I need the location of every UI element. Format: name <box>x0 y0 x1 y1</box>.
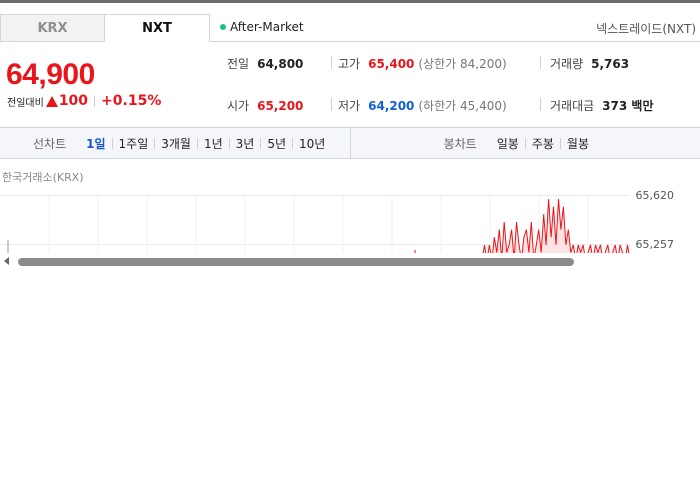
divider <box>331 56 332 69</box>
stat-value: 373 백만 <box>602 99 654 113</box>
stat-low: 저가 64,200 (하한가 45,400) <box>338 97 507 114</box>
market-tabs: KRX NXT <box>0 14 210 42</box>
line-chart-title: 선차트 <box>33 136 67 151</box>
change-label: 전일대비 <box>7 97 44 109</box>
tab-nxt[interactable]: NXT <box>105 14 210 42</box>
stat-prev-close: 전일 64,800 <box>227 55 303 72</box>
top-border <box>0 0 700 3</box>
change-percent: +0.15% <box>101 93 162 109</box>
candle-daily[interactable]: 일봉 <box>491 135 525 152</box>
change-amount: 100 <box>58 93 89 109</box>
stat-label: 시가 <box>227 99 250 113</box>
stat-label: 저가 <box>338 99 361 113</box>
tab-krx[interactable]: KRX <box>0 14 105 42</box>
divider <box>331 98 332 111</box>
range-1w[interactable]: 1주일 <box>113 135 155 152</box>
line-chart-ranges: 선차트 1일 1주일 3개월 1년 3년 5년 10년 <box>0 128 351 158</box>
stat-label: 고가 <box>338 57 361 71</box>
status-dot-icon <box>220 24 226 30</box>
range-3m[interactable]: 3개월 <box>155 135 197 152</box>
session-status: After-Market <box>220 20 304 34</box>
tab-underline <box>210 41 700 42</box>
stat-value: 65,400 <box>368 56 415 71</box>
stat-label: 전일 <box>227 57 250 71</box>
candle-chart-ranges: 봉차트 일봉 주봉 월봉 <box>351 128 700 158</box>
candle-monthly[interactable]: 월봉 <box>561 135 595 152</box>
stat-high: 고가 65,400 (상한가 84,200) <box>338 55 507 72</box>
stat-value: 65,200 <box>257 98 304 113</box>
price-chart <box>0 195 630 254</box>
stat-volume: 거래량 5,763 <box>550 55 629 72</box>
current-price: 64,900 <box>6 58 95 91</box>
price-change: 전일대비 100 +0.15% <box>7 93 161 109</box>
stat-note: (상한가 84,200) <box>418 57 507 71</box>
stat-value: 64,200 <box>368 98 415 113</box>
divider <box>540 98 541 111</box>
exchange-label: 한국거래소(KRX) <box>2 171 84 184</box>
scroll-left-icon[interactable] <box>4 257 9 265</box>
range-3y[interactable]: 3년 <box>230 135 261 152</box>
stat-turnover: 거래대금 373 백만 <box>550 97 653 114</box>
range-10y[interactable]: 10년 <box>293 135 331 152</box>
range-1y[interactable]: 1년 <box>198 135 229 152</box>
session-label: After-Market <box>230 20 304 34</box>
candle-weekly[interactable]: 주봉 <box>526 135 560 152</box>
stat-note: (하한가 45,400) <box>418 99 507 113</box>
chart-toolbar: 선차트 1일 1주일 3개월 1년 3년 5년 10년 봉차트 일봉 주봉 월봉 <box>0 127 700 159</box>
divider <box>540 56 541 69</box>
scrollbar-thumb[interactable] <box>18 258 574 266</box>
brand-label: 넥스트레이드(NXT) <box>596 22 696 36</box>
stat-label: 거래량 <box>550 57 584 71</box>
stat-open: 시가 65,200 <box>227 97 303 114</box>
range-5y[interactable]: 5년 <box>261 135 292 152</box>
range-1d[interactable]: 1일 <box>80 135 111 152</box>
stat-value: 5,763 <box>591 56 630 71</box>
candle-chart-title: 봉차트 <box>443 136 477 151</box>
stat-value: 64,800 <box>257 56 304 71</box>
up-triangle-icon <box>45 95 58 107</box>
y-tick-label: 65,257 <box>635 238 675 251</box>
y-tick-label: 65,620 <box>635 189 675 202</box>
stat-label: 거래대금 <box>550 99 595 113</box>
divider <box>94 95 96 107</box>
